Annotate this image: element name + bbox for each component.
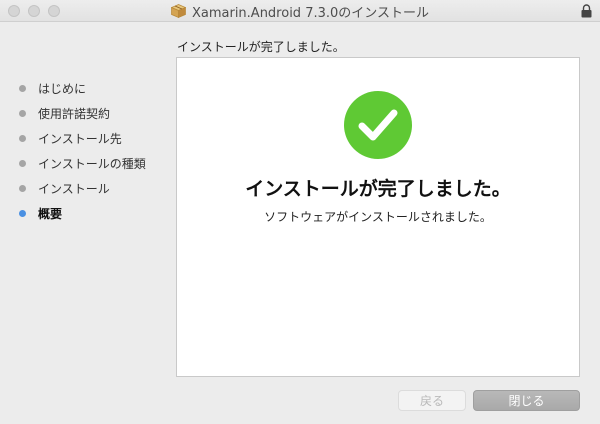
steps-sidebar: はじめに 使用許諾契約 インストール先 インストールの種類 インストール 概要	[0, 76, 170, 226]
step-installation: インストール	[0, 176, 170, 201]
step-indicator-dot	[19, 185, 26, 192]
package-icon	[170, 4, 186, 18]
window-title: Xamarin.Android 7.3.0のインストール	[0, 0, 600, 22]
window-title-text: Xamarin.Android 7.3.0のインストール	[191, 5, 430, 21]
close-button[interactable]: 閉じる	[473, 390, 580, 411]
step-label: インストール先	[38, 132, 122, 146]
checkmark-circle-icon	[344, 91, 412, 159]
step-indicator-dot	[19, 85, 26, 92]
step-label: 使用許諾契約	[38, 107, 111, 121]
step-destination: インストール先	[0, 126, 170, 151]
lock-icon	[581, 4, 592, 18]
step-label: インストール	[38, 182, 110, 196]
step-label: 概要	[38, 207, 63, 221]
step-summary: 概要	[0, 201, 170, 226]
step-indicator-dot	[19, 110, 26, 117]
step-license: 使用許諾契約	[0, 101, 170, 126]
step-label: はじめに	[38, 82, 87, 96]
title-bar: Xamarin.Android 7.3.0のインストール	[0, 0, 600, 22]
completion-subtitle: ソフトウェアがインストールされました。	[264, 210, 492, 224]
step-introduction: はじめに	[0, 76, 170, 101]
content-panel: インストールが完了しました。 ソフトウェアがインストールされました。	[176, 57, 580, 377]
completion-title: インストールが完了しました。	[245, 178, 511, 200]
installer-window: Xamarin.Android 7.3.0のインストール インストールが完了しま…	[0, 0, 600, 424]
step-indicator-dot	[19, 160, 26, 167]
back-button[interactable]: 戻る	[398, 390, 466, 411]
step-installation-type: インストールの種類	[0, 151, 170, 176]
step-label: インストールの種類	[38, 157, 146, 171]
page-header-message: インストールが完了しました。	[177, 40, 345, 54]
step-indicator-dot	[19, 135, 26, 142]
step-indicator-dot-active	[19, 210, 26, 217]
